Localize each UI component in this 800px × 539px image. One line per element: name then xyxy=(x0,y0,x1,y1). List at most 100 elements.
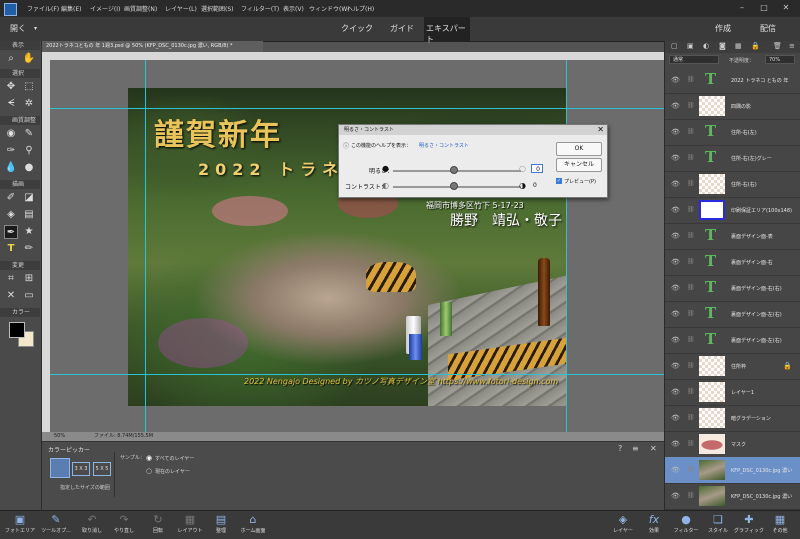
new-layer-icon[interactable]: ▢ xyxy=(671,42,678,50)
trash-icon[interactable]: 🗑 xyxy=(773,42,782,50)
move-tool-icon[interactable]: ✥ xyxy=(4,80,18,94)
visibility-eye-icon[interactable]: 👁 xyxy=(671,466,680,474)
guide-horizontal[interactable] xyxy=(50,374,664,375)
link-icon[interactable]: ⛓ xyxy=(687,232,695,239)
link-icon[interactable]: ⛓ xyxy=(687,76,695,83)
brightness-value-input[interactable]: 0 xyxy=(531,164,543,173)
menu-filter[interactable]: フィルター(T) xyxy=(241,4,279,13)
zoom-level[interactable]: 50% xyxy=(54,432,65,441)
clone-stamp-tool-icon[interactable]: ⚲ xyxy=(22,144,36,158)
visibility-eye-icon[interactable]: 👁 xyxy=(671,102,680,110)
sample-point-button[interactable] xyxy=(50,458,70,478)
layer-row[interactable]: 👁 ⛓ KFP_DSC_0130c.jpg 濃い xyxy=(665,483,800,510)
visibility-eye-icon[interactable]: 👁 xyxy=(671,284,680,292)
tab-expert[interactable]: エキスパート xyxy=(424,17,470,44)
layer-row[interactable]: 👁 ⛓ KFP_DSC_0130c.jpg 濃い xyxy=(665,457,800,484)
layer-row[interactable]: 👁 ⛓ T 2022 トラネコ ともの 年 xyxy=(665,67,800,94)
lock-transparency-icon[interactable]: ▦ xyxy=(735,42,742,50)
panel-menu-icon[interactable]: ≡ xyxy=(789,42,795,50)
link-icon[interactable]: ⛓ xyxy=(687,336,695,343)
visibility-eye-icon[interactable]: 👁 xyxy=(671,76,680,84)
visibility-eye-icon[interactable]: 👁 xyxy=(671,128,680,136)
chevron-down-icon[interactable]: ▾ xyxy=(34,25,37,32)
straighten-tool-icon[interactable]: ▭ xyxy=(22,289,36,303)
magic-wand-tool-icon[interactable]: ✲ xyxy=(22,97,36,111)
visibility-eye-icon[interactable]: 👁 xyxy=(671,310,680,318)
menu-select[interactable]: 選択範囲(S) xyxy=(201,4,234,13)
red-eye-tool-icon[interactable]: ◉ xyxy=(4,127,18,141)
help-link[interactable]: 明るさ・コントラスト xyxy=(419,142,469,149)
hand-tool-icon[interactable]: ✋ xyxy=(22,52,36,66)
link-icon[interactable]: ⛓ xyxy=(687,310,695,317)
visibility-eye-icon[interactable]: 👁 xyxy=(671,154,680,162)
zoom-tool-icon[interactable]: ⌕ xyxy=(4,52,18,66)
tool-options-button[interactable]: ✎ ツールオプ... xyxy=(36,512,76,538)
layer-row[interactable]: 👁 ⛓ T 裏面デザイン面-左(右) xyxy=(665,301,800,328)
sample-5x5-button[interactable]: 5 X 5 xyxy=(93,462,111,476)
mask-icon[interactable]: ◙ xyxy=(719,42,726,50)
adjustment-layer-icon[interactable]: ◐ xyxy=(703,42,709,50)
visibility-eye-icon[interactable]: 👁 xyxy=(671,414,680,422)
maximize-icon[interactable]: □ xyxy=(757,3,771,13)
layer-row[interactable]: 👁 ⛓ T 裏面デザイン面-右(右) xyxy=(665,275,800,302)
share-button[interactable]: 配信 xyxy=(760,23,776,34)
eraser-tool-icon[interactable]: ◪ xyxy=(22,191,36,205)
create-button[interactable]: 作成 xyxy=(715,23,731,34)
layer-row[interactable]: 👁 ⛓ T 裏面デザイン面-右 xyxy=(665,249,800,276)
link-icon[interactable]: ⛓ xyxy=(687,154,695,161)
link-icon[interactable]: ⛓ xyxy=(687,388,695,395)
tab-quick[interactable]: クイック xyxy=(341,23,373,34)
document-tab[interactable]: 2022トラネコともの 年 1週3.psd @ 50% (KFP_DSC_013… xyxy=(42,41,263,52)
open-button[interactable]: 開く xyxy=(10,23,26,34)
link-icon[interactable]: ⛓ xyxy=(687,128,695,135)
visibility-eye-icon[interactable]: 👁 xyxy=(671,180,680,188)
lock-icon[interactable]: 🔒 xyxy=(751,42,760,50)
visibility-eye-icon[interactable]: 👁 xyxy=(671,258,680,266)
dialog-close-icon[interactable]: ✕ xyxy=(597,125,604,135)
link-icon[interactable]: ⛓ xyxy=(687,414,695,421)
options-menu-icon[interactable]: ≡ xyxy=(632,444,639,453)
menu-edit[interactable]: 編集(E) xyxy=(61,4,81,13)
link-icon[interactable]: ⛓ xyxy=(687,284,695,291)
layer-row[interactable]: 👁 ⛓ 住所-右(右) xyxy=(665,171,800,198)
home-screen-button[interactable]: ⌂ ホーム画面 xyxy=(233,512,273,538)
visibility-eye-icon[interactable]: 👁 xyxy=(671,362,680,370)
cancel-button[interactable]: キャンセル xyxy=(556,158,602,172)
layer-row[interactable]: 👁 ⛓ 印刷保証エリア(100x148) xyxy=(665,197,800,224)
crop-tool-icon[interactable]: ⌗ xyxy=(4,272,18,286)
color-picker-tool-icon[interactable]: ✒ xyxy=(4,225,18,239)
foreground-color-swatch[interactable] xyxy=(9,322,25,338)
recompose-tool-icon[interactable]: ⊞ xyxy=(22,272,36,286)
help-icon[interactable]: ? xyxy=(618,444,622,453)
guide-horizontal[interactable] xyxy=(50,108,664,109)
preview-checkbox[interactable]: ✓ xyxy=(556,178,562,184)
type-tool-icon[interactable]: T xyxy=(4,242,18,256)
more-button[interactable]: ▦ その他 xyxy=(760,512,800,538)
blend-mode-select[interactable]: 通常 xyxy=(669,55,719,64)
lasso-tool-icon[interactable]: ᗕ xyxy=(4,97,18,111)
layer-row[interactable]: 👁 ⛓ 四隅の影 xyxy=(665,93,800,120)
layer-row[interactable]: 👁 ⛓ T 裏面デザイン面-表 xyxy=(665,223,800,250)
link-icon[interactable]: ⛓ xyxy=(687,206,695,213)
shape-tool-icon[interactable]: ★ xyxy=(22,225,36,239)
radio-all-layers[interactable]: ◉ xyxy=(146,454,152,462)
blur-tool-icon[interactable]: 💧 xyxy=(4,161,18,175)
visibility-eye-icon[interactable]: 👁 xyxy=(671,492,680,500)
menu-file[interactable]: ファイル(F) xyxy=(27,4,59,13)
contrast-slider-knob[interactable] xyxy=(450,182,458,190)
new-group-icon[interactable]: ▣ xyxy=(687,42,694,50)
radio-current-layer[interactable]: ○ xyxy=(146,467,152,475)
content-aware-move-tool-icon[interactable]: ✕ xyxy=(4,289,18,303)
layer-row[interactable]: 👁 ⛓ T 住所-右(左) xyxy=(665,119,800,146)
sponge-tool-icon[interactable]: ● xyxy=(22,161,36,175)
menu-enhance[interactable]: 画質調整(N) xyxy=(124,4,157,13)
visibility-eye-icon[interactable]: 👁 xyxy=(671,232,680,240)
ok-button[interactable]: OK xyxy=(556,142,602,156)
smart-brush-tool-icon[interactable]: ✑ xyxy=(4,144,18,158)
menu-help[interactable]: ヘルプ(H) xyxy=(347,4,374,13)
layer-row[interactable]: 👁 ⛓ レイヤー1 xyxy=(665,379,800,406)
layer-row[interactable]: 👁 ⛓ T 裏面デザイン面-左(右) xyxy=(665,327,800,354)
guide-vertical[interactable] xyxy=(145,60,146,432)
brightness-slider-knob[interactable] xyxy=(450,166,458,174)
link-icon[interactable]: ⛓ xyxy=(687,440,695,447)
